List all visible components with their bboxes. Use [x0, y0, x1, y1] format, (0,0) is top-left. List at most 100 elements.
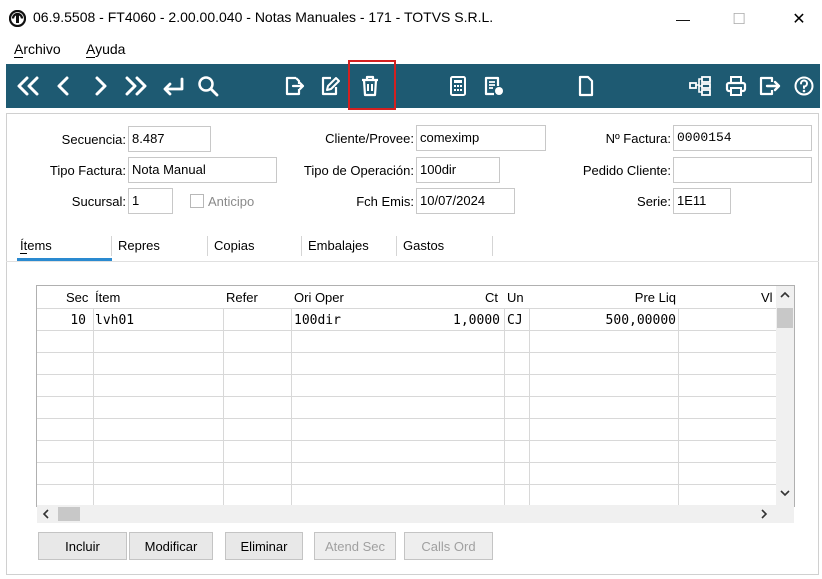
close-icon: ✕: [792, 11, 806, 28]
first-icon[interactable]: [12, 64, 44, 108]
mnemonic-underline: [20, 253, 27, 254]
serie-field[interactable]: 1E11: [673, 188, 731, 214]
items-grid[interactable]: Sec Ítem Refer Ori Oper Ct Un Pre Liq Vl…: [36, 285, 795, 507]
column-header-item[interactable]: Ítem: [95, 290, 120, 305]
grid-column-line: [93, 308, 94, 506]
toolbar: [6, 64, 820, 108]
factura-label: Nº Factura:: [605, 131, 671, 146]
column-header-un[interactable]: Un: [507, 290, 524, 305]
scroll-left-icon[interactable]: [40, 508, 52, 523]
grid-row-line: [37, 462, 777, 463]
sucursal-field[interactable]: 1: [128, 188, 173, 214]
tab-separator: [492, 236, 493, 256]
print-icon[interactable]: [722, 64, 750, 108]
grid-row-line: [37, 396, 777, 397]
sucursal-label: Sucursal:: [71, 194, 126, 209]
cell-ori-oper: 100dir: [294, 313, 341, 328]
search-icon[interactable]: [194, 64, 222, 108]
return-icon[interactable]: [158, 64, 188, 108]
minimize-icon: —: [676, 11, 690, 27]
edit-icon[interactable]: [316, 64, 344, 108]
column-header-ori-oper[interactable]: Ori Oper: [294, 290, 344, 305]
cell-pre-liq: 500,00000: [605, 313, 676, 328]
next-icon[interactable]: [88, 64, 114, 108]
tab-copias[interactable]: Copias: [214, 238, 254, 253]
previous-icon[interactable]: [50, 64, 76, 108]
column-header-ct[interactable]: Ct: [485, 290, 498, 305]
tipo-operacion-label: Tipo de Operación:: [303, 163, 414, 178]
minimize-button[interactable]: —: [660, 6, 706, 32]
pedido-cliente-label: Pedido Cliente:: [582, 163, 671, 178]
tipo-operacion-field[interactable]: 100dir: [416, 157, 500, 183]
report-icon[interactable]: [480, 64, 508, 108]
grid-column-line: [504, 308, 505, 506]
fch-emis-label: Fch Emis:: [356, 194, 414, 209]
cell-un: CJ: [507, 313, 523, 328]
grid-column-line: [223, 308, 224, 506]
maximize-icon: ☐: [732, 11, 746, 28]
grid-row-line: [37, 418, 777, 419]
calls-ord-button[interactable]: Calls Ord: [404, 532, 493, 560]
window-title: 06.9.5508 - FT4060 - 2.00.00.040 - Notas…: [33, 9, 494, 25]
vertical-scroll-thumb[interactable]: [777, 308, 793, 328]
delete-icon-highlight: [348, 60, 396, 110]
column-header-sec[interactable]: Sec: [66, 290, 88, 305]
scroll-right-icon[interactable]: [758, 508, 770, 523]
grid-row-line: [37, 440, 777, 441]
scroll-down-icon[interactable]: [778, 487, 792, 502]
close-button[interactable]: ✕: [776, 6, 822, 32]
export-icon[interactable]: [280, 64, 308, 108]
cell-item: lvh01: [95, 313, 135, 328]
calculator-icon[interactable]: [444, 64, 472, 108]
anticipo-checkbox[interactable]: [190, 194, 204, 208]
grid-row-line: [37, 330, 777, 331]
tab-strip-divider: [6, 261, 819, 262]
grid-row-line: [37, 352, 777, 353]
secuencia-label: Secuencia:: [61, 132, 126, 147]
fch-emis-field[interactable]: 10/07/2024: [416, 188, 515, 214]
column-header-refer[interactable]: Refer: [226, 290, 258, 305]
grid-column-line: [291, 308, 292, 506]
tab-separator: [207, 236, 208, 256]
tab-embalajes[interactable]: Embalajes: [308, 238, 369, 253]
grid-column-line: [678, 308, 679, 506]
column-header-vl[interactable]: Vl: [761, 290, 773, 305]
grid-row-line: [37, 374, 777, 375]
cliente-label: Cliente/Provee:: [325, 131, 414, 146]
last-icon[interactable]: [120, 64, 152, 108]
scroll-up-icon[interactable]: [778, 289, 792, 304]
tipo-factura-label: Tipo Factura:: [49, 163, 126, 178]
grid-row-line: [37, 308, 777, 309]
tab-items[interactable]: Ítems: [20, 238, 52, 253]
app-logo-icon: [8, 9, 27, 28]
mnemonic-underline: [14, 57, 23, 58]
hierarchy-icon[interactable]: [686, 64, 714, 108]
tab-separator: [396, 236, 397, 256]
incluir-button[interactable]: Incluir: [38, 532, 127, 560]
maximize-button[interactable]: ☐: [716, 6, 762, 32]
pedido-cliente-field[interactable]: [673, 157, 812, 183]
anticipo-label: Anticipo: [208, 194, 255, 209]
menu-archivo[interactable]: Archivo: [14, 41, 61, 57]
horizontal-scrollbar[interactable]: [37, 505, 794, 523]
atend-sec-button[interactable]: Atend Sec: [314, 532, 396, 560]
mnemonic-underline: [86, 57, 95, 58]
secuencia-field[interactable]: 8.487: [128, 126, 211, 152]
cell-sec: 10: [70, 313, 86, 328]
exit-icon[interactable]: [756, 64, 784, 108]
eliminar-button[interactable]: Eliminar: [225, 532, 303, 560]
modificar-button[interactable]: Modificar: [129, 532, 213, 560]
help-icon[interactable]: [790, 64, 818, 108]
new-document-icon[interactable]: [572, 64, 600, 108]
serie-label: Serie:: [637, 194, 671, 209]
factura-field[interactable]: 0000154: [673, 125, 812, 151]
tab-gastos[interactable]: Gastos: [403, 238, 444, 253]
column-header-pre-liq[interactable]: Pre Liq: [635, 290, 676, 305]
horizontal-scroll-thumb[interactable]: [58, 507, 80, 521]
tipo-factura-field[interactable]: Nota Manual: [128, 157, 277, 183]
grid-row-line: [37, 484, 777, 485]
grid-column-line: [529, 308, 530, 506]
menu-ayuda[interactable]: Ayuda: [86, 41, 125, 57]
tab-repres[interactable]: Repres: [118, 238, 160, 253]
cliente-field[interactable]: comeximp: [416, 125, 546, 151]
